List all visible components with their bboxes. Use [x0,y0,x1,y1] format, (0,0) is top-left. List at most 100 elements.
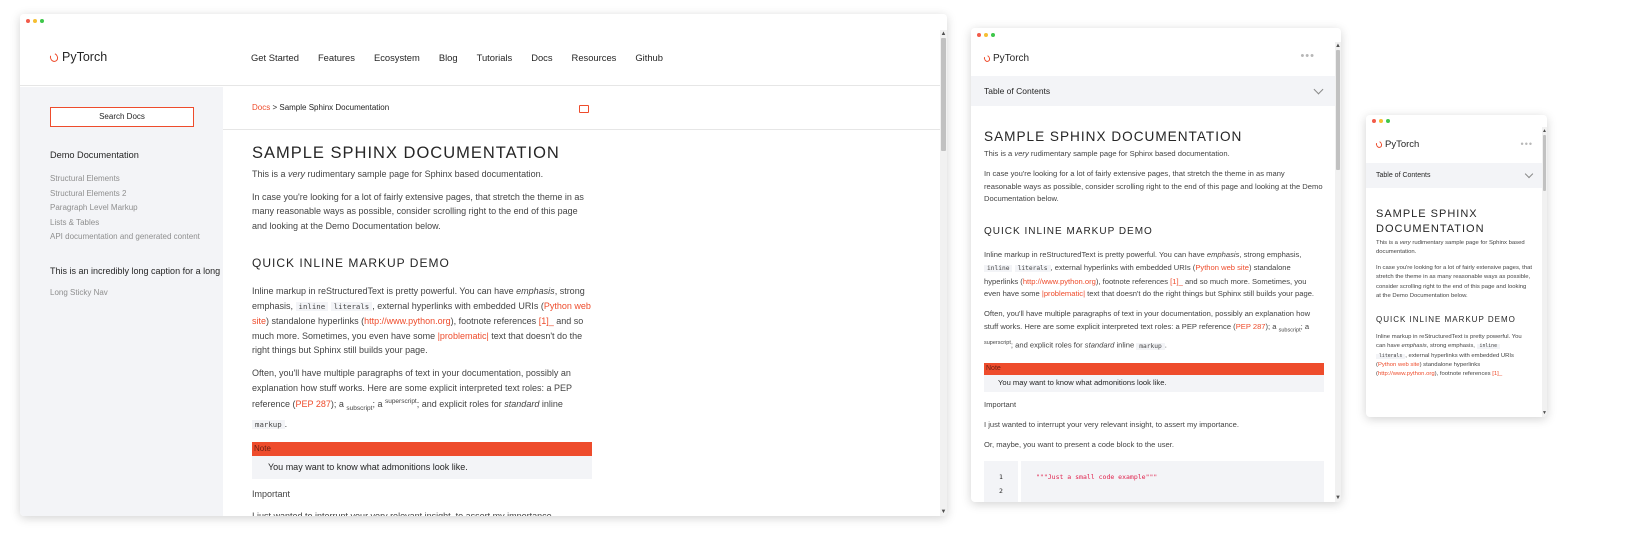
page-scrollbar[interactable]: ▲ ▼ [1335,42,1341,502]
scrollbar-thumb[interactable] [1336,50,1340,170]
chevron-down-icon [1313,84,1324,94]
theme-paragraph: In case you're looking for a lot of fair… [984,168,1323,204]
scroll-up-arrow-icon[interactable]: ▲ [1542,128,1547,134]
sidebar-section-title[interactable]: Demo Documentation [50,150,139,160]
nav-github[interactable]: Github [635,52,663,63]
brand-name: PyTorch [62,50,108,64]
window-titlebar [20,14,947,28]
roles-paragraph: Often, you'll have multiple paragraphs o… [252,367,572,429]
pytorch-logo[interactable]: PyTorch [982,53,1029,64]
maximize-dot-icon[interactable] [991,33,995,37]
page-title: SAMPLE SPHINX DOCUMENTATION [984,129,1243,144]
python-org-link[interactable]: http://www.python.org [1378,371,1435,377]
note-title: Note [252,442,592,457]
scroll-down-arrow-icon[interactable]: ▼ [1542,410,1547,416]
literals-code: literals [330,301,373,311]
search-docs-label: Search Docs [99,112,145,121]
nav-tutorials[interactable]: Tutorials [477,52,513,63]
nav-blog[interactable]: Blog [439,52,458,63]
minimize-dot-icon[interactable] [984,33,988,37]
maximize-dot-icon[interactable] [1386,119,1390,123]
nav-get-started[interactable]: Get Started [251,52,299,63]
section-heading-markup: QUICK INLINE MARKUP DEMO [984,226,1153,238]
pytorch-logo[interactable]: PyTorch [1374,139,1419,150]
page-scrollbar[interactable]: ▲ ▼ [940,30,947,516]
sidebar-item-structural-elements-2[interactable]: Structural Elements 2 [50,187,200,202]
pytorch-flame-icon [982,54,992,63]
menu-dots-icon[interactable]: ••• [1300,50,1315,62]
inline-code: inline [984,264,1013,272]
code-block: 1 2 """Just a small code example""" [984,461,1324,502]
footnote-link[interactable]: [1]_ [1170,277,1183,286]
markup-paragraph: Inline markup in reStructuredText is pre… [1376,333,1522,378]
sidebar-item-paragraph-markup[interactable]: Paragraph Level Markup [50,201,200,216]
sidebar-item-api-docs[interactable]: API documentation and generated content [50,230,200,245]
chevron-down-icon [1524,169,1534,178]
scroll-down-arrow-icon[interactable]: ▼ [940,509,947,515]
maximize-dot-icon[interactable] [40,19,44,23]
table-of-contents-toggle[interactable]: Table of Contents [971,76,1335,106]
note-body: You may want to know what admonitions lo… [984,375,1324,392]
inline-code: inline [1476,344,1500,350]
markup-code: markup [252,419,285,429]
footnote-link[interactable]: [1]_ [1492,371,1502,377]
code-line-numbers: 1 2 [984,461,1021,502]
scroll-up-arrow-icon[interactable]: ▲ [940,31,947,37]
scrollbar-thumb[interactable] [941,38,946,151]
nav-docs[interactable]: Docs [531,52,552,63]
code-intro-text: Or, maybe, you want to present a code bl… [984,439,1174,449]
intro-paragraph: This is a very rudimentary sample page f… [984,149,1230,158]
breadcrumb-current: Sample Sphinx Documentation [279,103,390,112]
scroll-up-arrow-icon[interactable]: ▲ [1335,43,1341,49]
python-web-site-link[interactable]: Python web site [1378,362,1420,368]
python-org-link[interactable]: http://www.python.org [364,316,451,326]
problematic-link[interactable]: |problematic| [438,331,489,341]
close-dot-icon[interactable] [1372,119,1376,123]
problematic-link[interactable]: |problematic| [1042,289,1085,298]
page-title: SAMPLE SPHINX DOCUMENTATION [252,144,560,162]
minimize-dot-icon[interactable] [1379,119,1383,123]
pep-287-link[interactable]: PEP 287 [296,399,331,409]
view-source-icon[interactable] [579,105,589,113]
breadcrumb-docs-link[interactable]: Docs [252,103,270,112]
literals-code: literals [1014,264,1051,272]
important-label: Important [252,488,291,499]
nav-ecosystem[interactable]: Ecosystem [374,52,420,63]
markup-paragraph: Inline markup in reStructuredText is pre… [984,249,1315,299]
nav-features[interactable]: Features [318,52,355,63]
close-dot-icon[interactable] [977,33,981,37]
footnote-link[interactable]: [1]_ [539,316,554,326]
pep-287-link[interactable]: PEP 287 [1236,322,1266,331]
breadcrumb: Docs > Sample Sphinx Documentation [223,87,940,130]
tablet-window: PyTorch ••• Table of Contents SAMPLE SPH… [971,28,1341,502]
important-label: Important [984,399,1017,409]
scrollbar-thumb[interactable] [1543,135,1546,191]
python-org-link[interactable]: http://www.python.org [1023,277,1096,286]
note-title: Note [984,362,1324,376]
intro-paragraph: This is a very rudimentary sample page f… [252,169,544,179]
table-of-contents-toggle[interactable]: Table of Contents [1366,163,1542,188]
page-scrollbar[interactable]: ▲ ▼ [1542,127,1547,417]
menu-dots-icon[interactable]: ••• [1521,139,1533,149]
sidebar-caption[interactable]: This is an incredibly long caption for a… [50,266,223,276]
toc-label: Table of Contents [984,86,1051,96]
sidebar-item-long-sticky-nav[interactable]: Long Sticky Nav [50,288,108,297]
theme-paragraph: In case you're looking for a lot of fair… [1376,264,1533,300]
nav-resources[interactable]: Resources [572,52,617,63]
sidebar-item-structural-elements[interactable]: Structural Elements [50,172,200,187]
scroll-down-arrow-icon[interactable]: ▼ [1335,495,1341,501]
inline-code: inline [295,301,329,311]
page-title: SAMPLE SPHINX DOCUMENTATION [1376,208,1485,235]
search-docs-button[interactable]: Search Docs [50,107,194,127]
minimize-dot-icon[interactable] [33,19,37,23]
pytorch-logo[interactable]: PyTorch [48,50,108,64]
mobile-window: PyTorch ••• Table of Contents SAMPLE SPH… [1366,115,1547,417]
window-titlebar [1366,115,1547,127]
python-web-site-link[interactable]: Python web site [1195,263,1249,272]
sidebar-item-lists-tables[interactable]: Lists & Tables [50,216,200,231]
section-heading-markup: QUICK INLINE MARKUP DEMO [1376,315,1516,325]
theme-paragraph: In case you're looking for a lot of fair… [252,191,584,231]
close-dot-icon[interactable] [26,19,30,23]
literals-code: literals [1376,353,1406,359]
site-header: PyTorch ••• [1366,127,1542,163]
